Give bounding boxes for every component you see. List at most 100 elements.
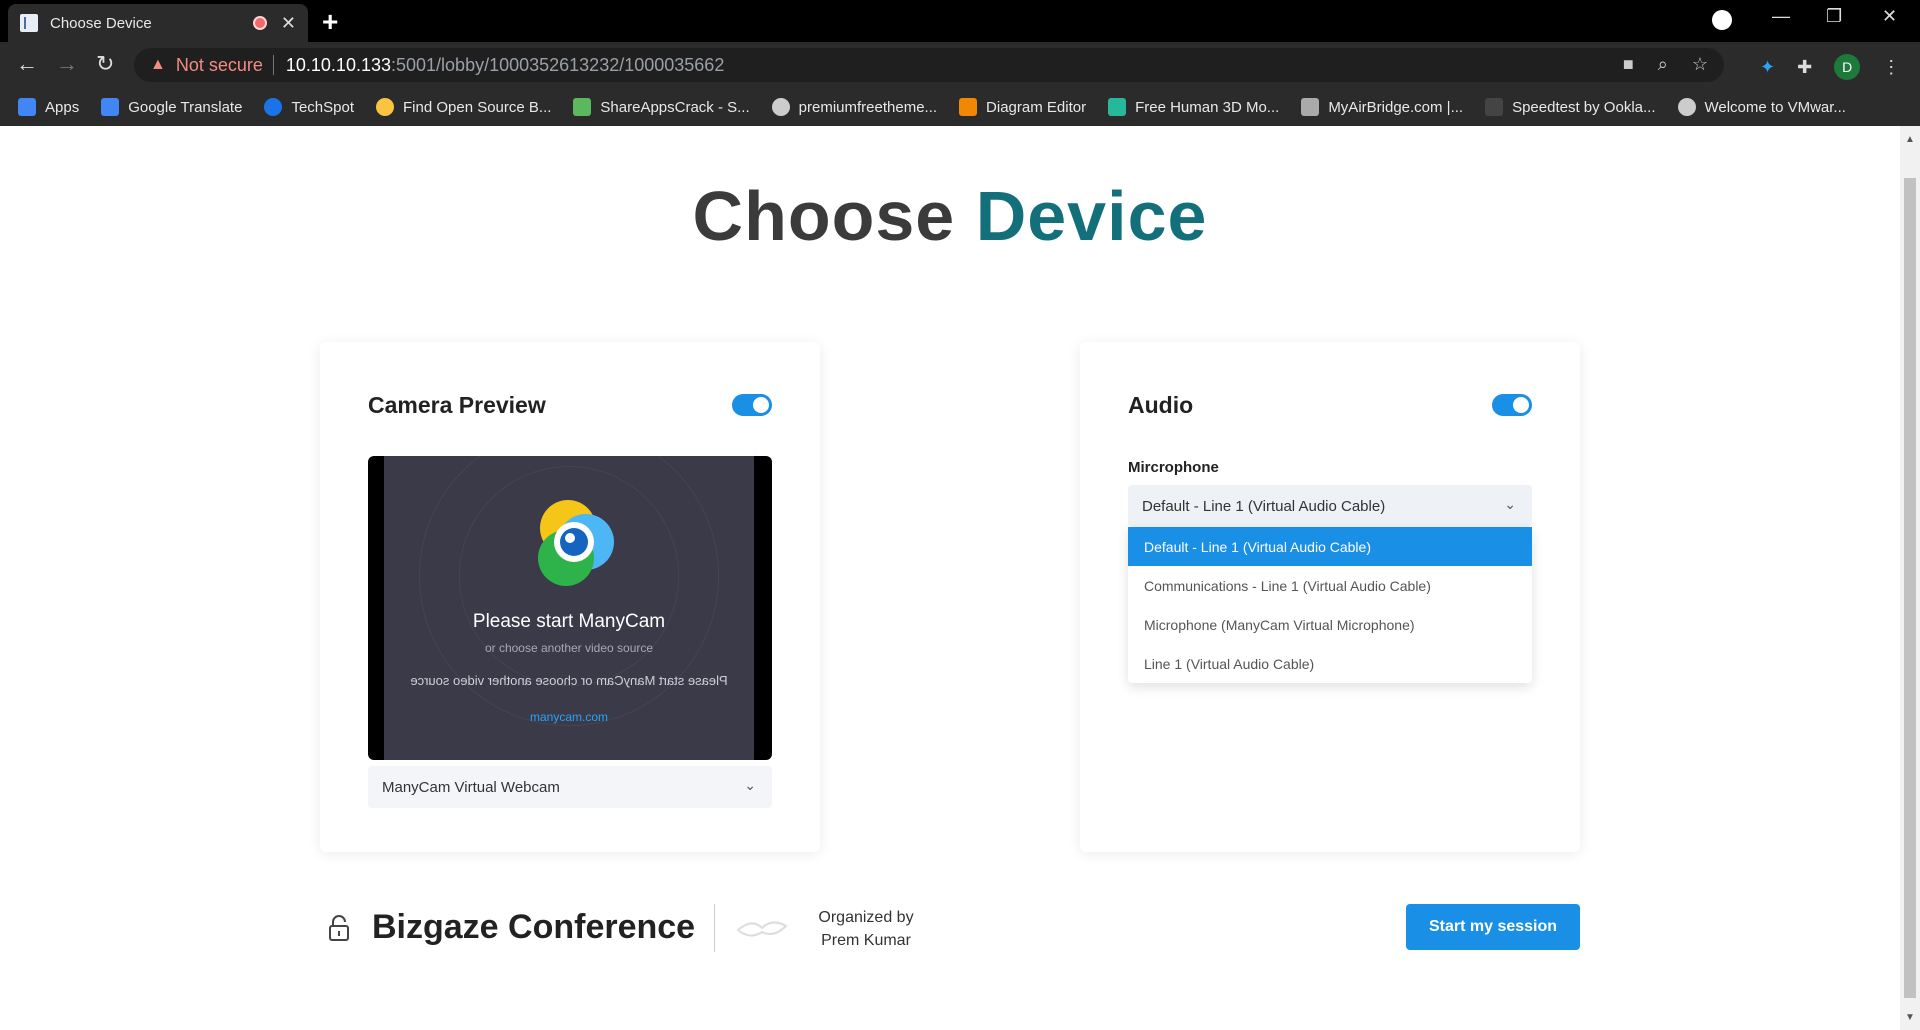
- page-title-part2: Device: [975, 177, 1208, 255]
- chevron-down-icon: ⌄: [744, 777, 756, 793]
- organizer-name: Prem Kumar: [821, 932, 911, 949]
- minimize-icon[interactable]: —: [1772, 6, 1790, 27]
- menu-kebab-icon[interactable]: ⋮: [1882, 57, 1900, 78]
- tab-title: Choose Device: [50, 14, 152, 32]
- extensions-puzzle-icon[interactable]: ✚: [1797, 57, 1812, 78]
- scroll-up-icon[interactable]: ▲: [1905, 134, 1915, 145]
- microphone-label: Mircrophone: [1128, 459, 1219, 476]
- warning-icon: ▲: [150, 56, 166, 73]
- globe-icon: [1677, 98, 1696, 116]
- tab-strip: Choose Device ✕ + — ❐ ✕: [0, 0, 1920, 42]
- camera-select-value: ManyCam Virtual Webcam: [382, 778, 560, 796]
- microphone-option[interactable]: Line 1 (Virtual Audio Cable): [1128, 644, 1532, 683]
- bookmark-item[interactable]: Find Open Source B...: [376, 98, 551, 116]
- microphone-select-value: Default - Line 1 (Virtual Audio Cable): [1142, 497, 1386, 515]
- camera-icon[interactable]: ■: [1623, 54, 1634, 75]
- profile-avatar[interactable]: D: [1834, 54, 1861, 80]
- page-title-part1: Choose: [692, 177, 956, 255]
- translate-icon: [101, 98, 120, 116]
- camera-select[interactable]: ManyCam Virtual Webcam ⌄: [368, 766, 772, 808]
- bookmark-item[interactable]: MyAirBridge.com |...: [1301, 98, 1463, 116]
- bookmark-item[interactable]: Free Human 3D Mo...: [1108, 98, 1279, 116]
- preview-link[interactable]: manycam.com: [384, 710, 754, 724]
- audio-card: Audio Mircrophone Default - Line 1 (Virt…: [1080, 342, 1580, 852]
- preview-message: Please start ManyCam: [472, 611, 666, 632]
- tab-close-icon[interactable]: ✕: [281, 13, 296, 34]
- page-title: Choose Device: [0, 176, 1900, 256]
- bookmark-label: Google Translate: [128, 98, 243, 116]
- cgt-icon: [1108, 98, 1127, 116]
- scrollbar-thumb[interactable]: [1904, 178, 1916, 998]
- techspot-icon: [264, 98, 283, 116]
- divider: [714, 904, 715, 952]
- forward-icon[interactable]: →: [56, 51, 78, 77]
- diagram-icon: [959, 98, 978, 116]
- bookmark-item[interactable]: Google Translate: [101, 98, 242, 116]
- back-icon[interactable]: ←: [16, 51, 38, 77]
- browser-tab[interactable]: Choose Device ✕: [8, 4, 308, 42]
- globe-icon: [771, 98, 790, 116]
- conference-name: Bizgaze Conference: [372, 908, 696, 946]
- page-favicon-icon: [20, 14, 38, 32]
- bookmarks-bar: Apps Google Translate TechSpot Find Open So…: [0, 88, 1920, 126]
- microphone-option[interactable]: Microphone (ManyCam Virtual Microphone): [1128, 605, 1532, 644]
- microphone-option[interactable]: Communications - Line 1 (Virtual Audio C…: [1128, 566, 1532, 605]
- bookmark-label: Welcome to VMwar...: [1704, 98, 1846, 116]
- bookmark-label: premiumfreetheme...: [798, 98, 938, 116]
- bookmark-label: Free Human 3D Mo...: [1135, 98, 1280, 116]
- organizer-info: Organized by Prem Kumar: [806, 906, 926, 952]
- url-path: :5001/lobby/1000352613232/1000035662: [391, 54, 725, 75]
- browser-toolbar: ← → ↻ ▲ Not secure 10.10.10.133:5001/lob…: [0, 42, 1920, 88]
- start-session-button[interactable]: Start my session: [1406, 904, 1580, 950]
- recording-indicator-icon: [252, 16, 267, 30]
- bookmark-label: MyAirBridge.com |...: [1328, 98, 1464, 116]
- zoom-icon[interactable]: ⌕: [1658, 54, 1668, 75]
- microphone-option[interactable]: Default - Line 1 (Virtual Audio Cable): [1128, 527, 1532, 566]
- extension-icon[interactable]: ✦: [1760, 57, 1775, 78]
- divider: [272, 55, 274, 75]
- shareapps-icon: [573, 98, 592, 116]
- preview-submessage: or choose another video source: [484, 641, 654, 655]
- camera-preview: Please start ManyCam or choose another v…: [368, 456, 772, 760]
- apps-grid-icon: [18, 98, 36, 116]
- chevron-down-icon: ⌄: [1504, 496, 1516, 512]
- lock-icon: [329, 915, 349, 941]
- security-status[interactable]: Not secure: [176, 55, 263, 76]
- tab-search-icon[interactable]: [1712, 10, 1732, 30]
- page-content: Choose Device Camera Preview Please star…: [0, 126, 1900, 1030]
- scroll-down-icon[interactable]: ▼: [1905, 1012, 1915, 1023]
- preview-mirrored-text: Please start ManyCam or choose another v…: [410, 673, 728, 688]
- bookmark-item[interactable]: Speedtest by Ookla...: [1485, 98, 1656, 116]
- bookmark-label: TechSpot: [291, 98, 354, 116]
- bookmark-item[interactable]: TechSpot: [264, 98, 354, 116]
- emoji-icon: [376, 98, 394, 116]
- bookmark-item[interactable]: ShareAppsCrack - S...: [573, 98, 750, 116]
- audio-card-title: Audio: [1128, 392, 1194, 418]
- bookmark-label: Find Open Source B...: [403, 98, 552, 116]
- restore-icon[interactable]: ❐: [1826, 6, 1842, 27]
- cloud-icon: [1301, 98, 1320, 116]
- bookmark-item[interactable]: premiumfreetheme...: [771, 98, 938, 116]
- microphone-select[interactable]: Default - Line 1 (Virtual Audio Cable) ⌄: [1128, 485, 1532, 527]
- bookmark-label: ShareAppsCrack - S...: [600, 98, 750, 116]
- window-close-icon[interactable]: ✕: [1882, 6, 1897, 27]
- bookmark-star-icon[interactable]: ☆: [1692, 54, 1708, 75]
- camera-toggle[interactable]: [732, 394, 772, 416]
- bookmark-label: Speedtest by Ookla...: [1512, 98, 1656, 116]
- camera-card-title: Camera Preview: [368, 392, 546, 418]
- microphone-dropdown-list: Default - Line 1 (Virtual Audio Cable) Co…: [1128, 527, 1532, 683]
- speedtest-icon: [1485, 98, 1504, 116]
- bookmark-label: Apps: [45, 98, 80, 116]
- organized-by-label: Organized by: [818, 909, 914, 926]
- bookmark-item[interactable]: Diagram Editor: [959, 98, 1086, 116]
- organizer-logo-icon: [736, 921, 788, 937]
- camera-card: Camera Preview Please start ManyCam or c…: [320, 342, 820, 852]
- bookmark-item[interactable]: Apps: [18, 98, 79, 116]
- page-scrollbar[interactable]: ▲ ▼: [1900, 126, 1920, 1030]
- reload-icon[interactable]: ↻: [96, 51, 114, 77]
- new-tab-button[interactable]: +: [322, 6, 338, 38]
- address-bar[interactable]: ▲ Not secure 10.10.10.133:5001/lobby/100…: [134, 48, 1724, 82]
- bookmark-item[interactable]: Welcome to VMwar...: [1677, 98, 1846, 116]
- audio-toggle[interactable]: [1492, 394, 1532, 416]
- bookmark-label: Diagram Editor: [986, 98, 1087, 116]
